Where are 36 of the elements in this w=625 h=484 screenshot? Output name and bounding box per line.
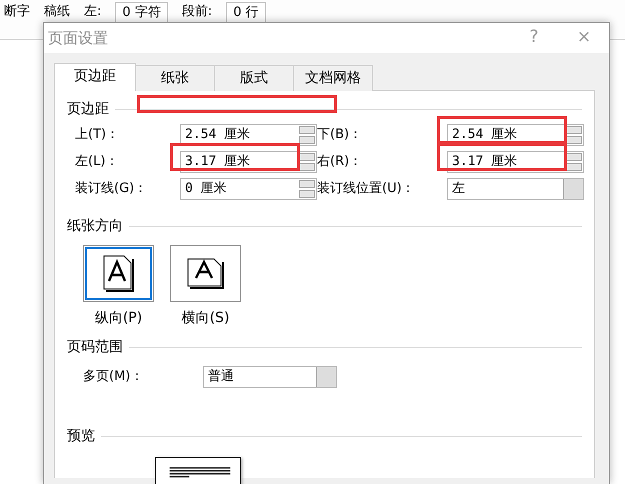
- field-label: 左(L)：: [75, 153, 120, 172]
- ribbon-item[interactable]: 段前:: [182, 2, 212, 22]
- ribbon-item[interactable]: 断字: [4, 2, 30, 22]
- orientation-button[interactable]: [83, 245, 154, 302]
- field-label: 上(T)：: [75, 126, 120, 144]
- ribbon-item[interactable]: 0 字符: [115, 2, 168, 24]
- spin-buttons[interactable]: [298, 152, 316, 172]
- field-label: 右(R)：: [317, 153, 364, 172]
- spin-buttons[interactable]: [298, 179, 316, 199]
- option-label: 纵向(P): [94, 309, 144, 328]
- ribbon-item[interactable]: 左:: [84, 2, 102, 22]
- tab[interactable]: 页边距: [54, 63, 136, 91]
- spin-buttons[interactable]: [565, 152, 583, 172]
- field-label: 装订线(G)：: [75, 180, 148, 198]
- group-heading: 预览: [67, 427, 95, 446]
- orientation-button[interactable]: [170, 245, 241, 302]
- spin-buttons[interactable]: [565, 125, 583, 145]
- ribbon-item[interactable]: 0 行: [226, 2, 266, 24]
- group-heading: 纸张方向: [67, 217, 123, 236]
- dropdown-field[interactable]: 左: [447, 178, 584, 200]
- window-title: 页面设置: [48, 28, 109, 49]
- page-icon: [187, 258, 224, 289]
- spin-field[interactable]: 0 厘米: [180, 178, 317, 200]
- tab[interactable]: 纸张: [135, 65, 215, 91]
- ribbon-item[interactable]: 稿纸: [44, 2, 70, 22]
- field-label: 装订线位置(U)：: [317, 180, 416, 198]
- dropdown-field[interactable]: 普通: [203, 366, 337, 388]
- tab[interactable]: 文档网格: [293, 65, 373, 91]
- group-heading: 页码范围: [67, 338, 123, 357]
- field-label: 下(B)：: [317, 126, 364, 144]
- field-label: 多页(M)：: [83, 368, 144, 386]
- tab[interactable]: 版式: [214, 65, 294, 91]
- page-icon: [103, 255, 134, 292]
- spin-buttons[interactable]: [298, 125, 316, 145]
- option-label: 横向(S): [180, 309, 230, 328]
- group-heading: 页边距: [67, 100, 109, 119]
